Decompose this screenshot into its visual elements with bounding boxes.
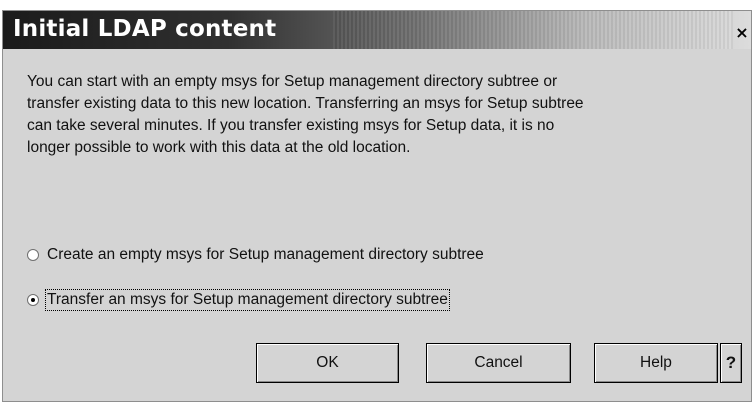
description-line: can take several minutes. If you transfe… [27, 117, 555, 134]
description-line: transfer existing data to this new locat… [27, 95, 584, 112]
help-button[interactable]: Help [594, 343, 718, 383]
option-create-empty[interactable]: Create an empty msys for Setup managemen… [27, 244, 484, 266]
option-create-empty-label[interactable]: Create an empty msys for Setup managemen… [47, 246, 484, 264]
option-transfer[interactable]: Transfer an msys for Setup management di… [27, 289, 450, 311]
radio-button-create-empty[interactable] [27, 249, 39, 261]
ok-button[interactable]: OK [256, 343, 399, 383]
cancel-button[interactable]: Cancel [426, 343, 571, 383]
dialog-title: Initial LDAP content [13, 16, 277, 42]
description-line: You can start with an empty msys for Set… [27, 73, 558, 90]
radio-button-transfer[interactable] [27, 294, 39, 306]
description-text: You can start with an empty msys for Set… [27, 71, 747, 159]
title-bar: Initial LDAP content × [3, 11, 751, 49]
option-transfer-label[interactable]: Transfer an msys for Setup management di… [45, 289, 450, 311]
close-icon[interactable]: × [733, 24, 751, 42]
initial-ldap-content-dialog: Initial LDAP content × You can start wit… [2, 10, 752, 402]
description-line: longer possible to work with this data a… [27, 139, 411, 156]
context-help-button[interactable]: ? [720, 343, 742, 383]
